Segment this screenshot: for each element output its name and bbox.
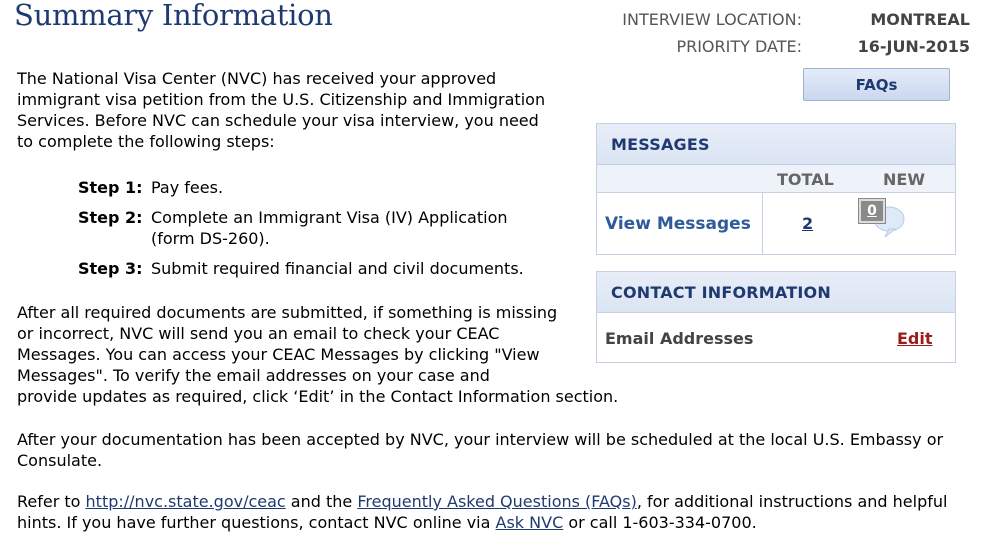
step-label: Step 3: bbox=[78, 259, 143, 278]
contact-row: Email Addresses Edit bbox=[597, 313, 955, 363]
intro-paragraph: The National Visa Center (NVC) has recei… bbox=[17, 69, 546, 151]
step-text: Submit required financial and civil docu… bbox=[151, 259, 524, 278]
contact-heading: CONTACT INFORMATION bbox=[597, 272, 955, 313]
step-item: Step 3: Submit required financial and ci… bbox=[78, 258, 578, 279]
ask-nvc-link[interactable]: Ask NVC bbox=[496, 513, 564, 532]
refer-prefix: Refer to bbox=[17, 492, 86, 511]
view-messages-link[interactable]: View Messages bbox=[605, 214, 751, 234]
priority-date-value: 16-JUN-2015 bbox=[857, 37, 970, 56]
messages-panel: MESSAGES TOTAL NEW View Messages 2 0 bbox=[596, 123, 956, 255]
total-column-header: TOTAL bbox=[777, 170, 834, 189]
step-label: Step 1: bbox=[78, 178, 143, 197]
documents-paragraph: After all required documents are submitt… bbox=[17, 302, 667, 407]
refer-paragraph: Refer to http://nvc.state.gov/ceac and t… bbox=[17, 491, 977, 533]
faq-link[interactable]: Frequently Asked Questions (FAQs) bbox=[357, 492, 637, 511]
refer-suffix: or call 1-603-334-0700. bbox=[563, 513, 757, 532]
nvc-ceac-link[interactable]: http://nvc.state.gov/ceac bbox=[86, 492, 286, 511]
edit-contact-link[interactable]: Edit bbox=[897, 329, 933, 348]
step-text: Pay fees. bbox=[151, 178, 224, 197]
page-title: Summary Information bbox=[14, 0, 333, 32]
new-messages-bubble[interactable]: 0 bbox=[858, 198, 909, 239]
step-label: Step 2: bbox=[78, 208, 143, 227]
documents-text: After all required documents are submitt… bbox=[17, 303, 558, 385]
interview-location-label: INTERVIEW LOCATION: bbox=[622, 10, 802, 29]
documents-text-end: provide updates as required, click ‘Edit… bbox=[17, 387, 619, 406]
interview-location-value: MONTREAL bbox=[870, 10, 970, 29]
messages-row: View Messages 2 0 bbox=[597, 193, 955, 255]
step-item: Step 1: Pay fees. bbox=[78, 177, 578, 198]
refer-mid1: and the bbox=[285, 492, 358, 511]
total-messages-count[interactable]: 2 bbox=[802, 214, 813, 233]
messages-heading: MESSAGES bbox=[597, 124, 955, 165]
step-text: Complete an Immigrant Visa (IV) Applicat… bbox=[151, 208, 508, 248]
interview-paragraph: After your documentation has been accept… bbox=[17, 430, 944, 470]
priority-date-label: PRIORITY DATE: bbox=[676, 37, 802, 56]
faqs-button[interactable]: FAQs bbox=[803, 68, 950, 101]
contact-panel: CONTACT INFORMATION Email Addresses Edit bbox=[596, 271, 956, 363]
email-addresses-label: Email Addresses bbox=[605, 329, 754, 348]
new-messages-count[interactable]: 0 bbox=[858, 198, 886, 224]
step-item: Step 2: Complete an Immigrant Visa (IV) … bbox=[78, 207, 578, 249]
messages-columns: TOTAL NEW bbox=[597, 165, 955, 193]
new-column-header: NEW bbox=[883, 170, 925, 189]
steps-list: Step 1: Pay fees. Step 2: Complete an Im… bbox=[78, 177, 578, 288]
column-divider bbox=[762, 193, 763, 255]
